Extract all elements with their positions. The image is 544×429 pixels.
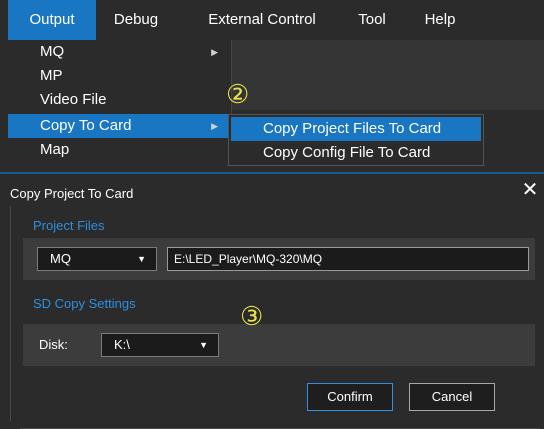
copy-project-dialog: Copy Project To Card ✕ Project Files MQ … <box>0 172 544 429</box>
menu-help[interactable]: Help <box>418 0 462 40</box>
menu-item-mp[interactable]: MP <box>8 64 230 88</box>
menu-tool[interactable]: Tool <box>350 0 394 40</box>
chevron-down-icon: ▼ <box>199 340 208 350</box>
menu-item-mq[interactable]: MQ ▶ <box>8 40 230 64</box>
menu-item-label: Copy To Card <box>40 117 132 134</box>
menu-output[interactable]: Output <box>8 0 96 40</box>
project-path-input[interactable]: E:\LED_Player\MQ-320\MQ <box>167 247 529 271</box>
output-menu: MQ ▶ MP Video File Copy To Card ▶ Map <box>0 40 232 164</box>
menu-item-copy-to-card[interactable]: Copy To Card ▶ <box>8 114 230 138</box>
step-marker-3: ③ <box>240 302 264 332</box>
menu-debug[interactable]: Debug <box>108 0 164 40</box>
background-pane <box>232 40 544 110</box>
close-icon[interactable]: ✕ <box>519 179 541 201</box>
menu-item-label: MQ <box>40 43 65 60</box>
menu-item-video-file[interactable]: Video File <box>8 88 230 112</box>
cancel-button[interactable]: Cancel <box>409 383 495 411</box>
project-type-select[interactable]: MQ ▼ <box>37 247 157 271</box>
copy-to-card-submenu: Copy Project Files To Card Copy Config F… <box>228 114 484 166</box>
select-value: MQ <box>50 251 71 266</box>
dialog-title: Copy Project To Card <box>10 186 134 201</box>
confirm-button[interactable]: Confirm <box>307 383 393 411</box>
sd-copy-panel: Disk: K:\ ▼ <box>23 324 535 366</box>
menu-bar: Output Debug External Control Tool Help <box>0 0 544 40</box>
sd-copy-settings-label: SD Copy Settings <box>33 296 136 311</box>
step-marker-2: ② <box>226 80 250 110</box>
menu-item-copy-project-files[interactable]: Copy Project Files To Card <box>231 117 481 141</box>
menu-item-map[interactable]: Map <box>8 138 230 162</box>
select-value: K:\ <box>114 337 130 352</box>
menu-item-copy-config-file[interactable]: Copy Config File To Card <box>231 141 481 165</box>
dialog-body: Project Files MQ ▼ E:\LED_Player\MQ-320\… <box>10 206 544 421</box>
disk-select[interactable]: K:\ ▼ <box>101 333 219 357</box>
disk-label: Disk: <box>39 337 68 352</box>
chevron-down-icon: ▼ <box>137 254 146 264</box>
project-files-label: Project Files <box>33 218 105 233</box>
submenu-arrow-icon: ▶ <box>211 121 218 131</box>
menu-external-control[interactable]: External Control <box>200 0 324 40</box>
submenu-arrow-icon: ▶ <box>211 47 218 57</box>
project-files-panel: MQ ▼ E:\LED_Player\MQ-320\MQ <box>23 238 535 280</box>
